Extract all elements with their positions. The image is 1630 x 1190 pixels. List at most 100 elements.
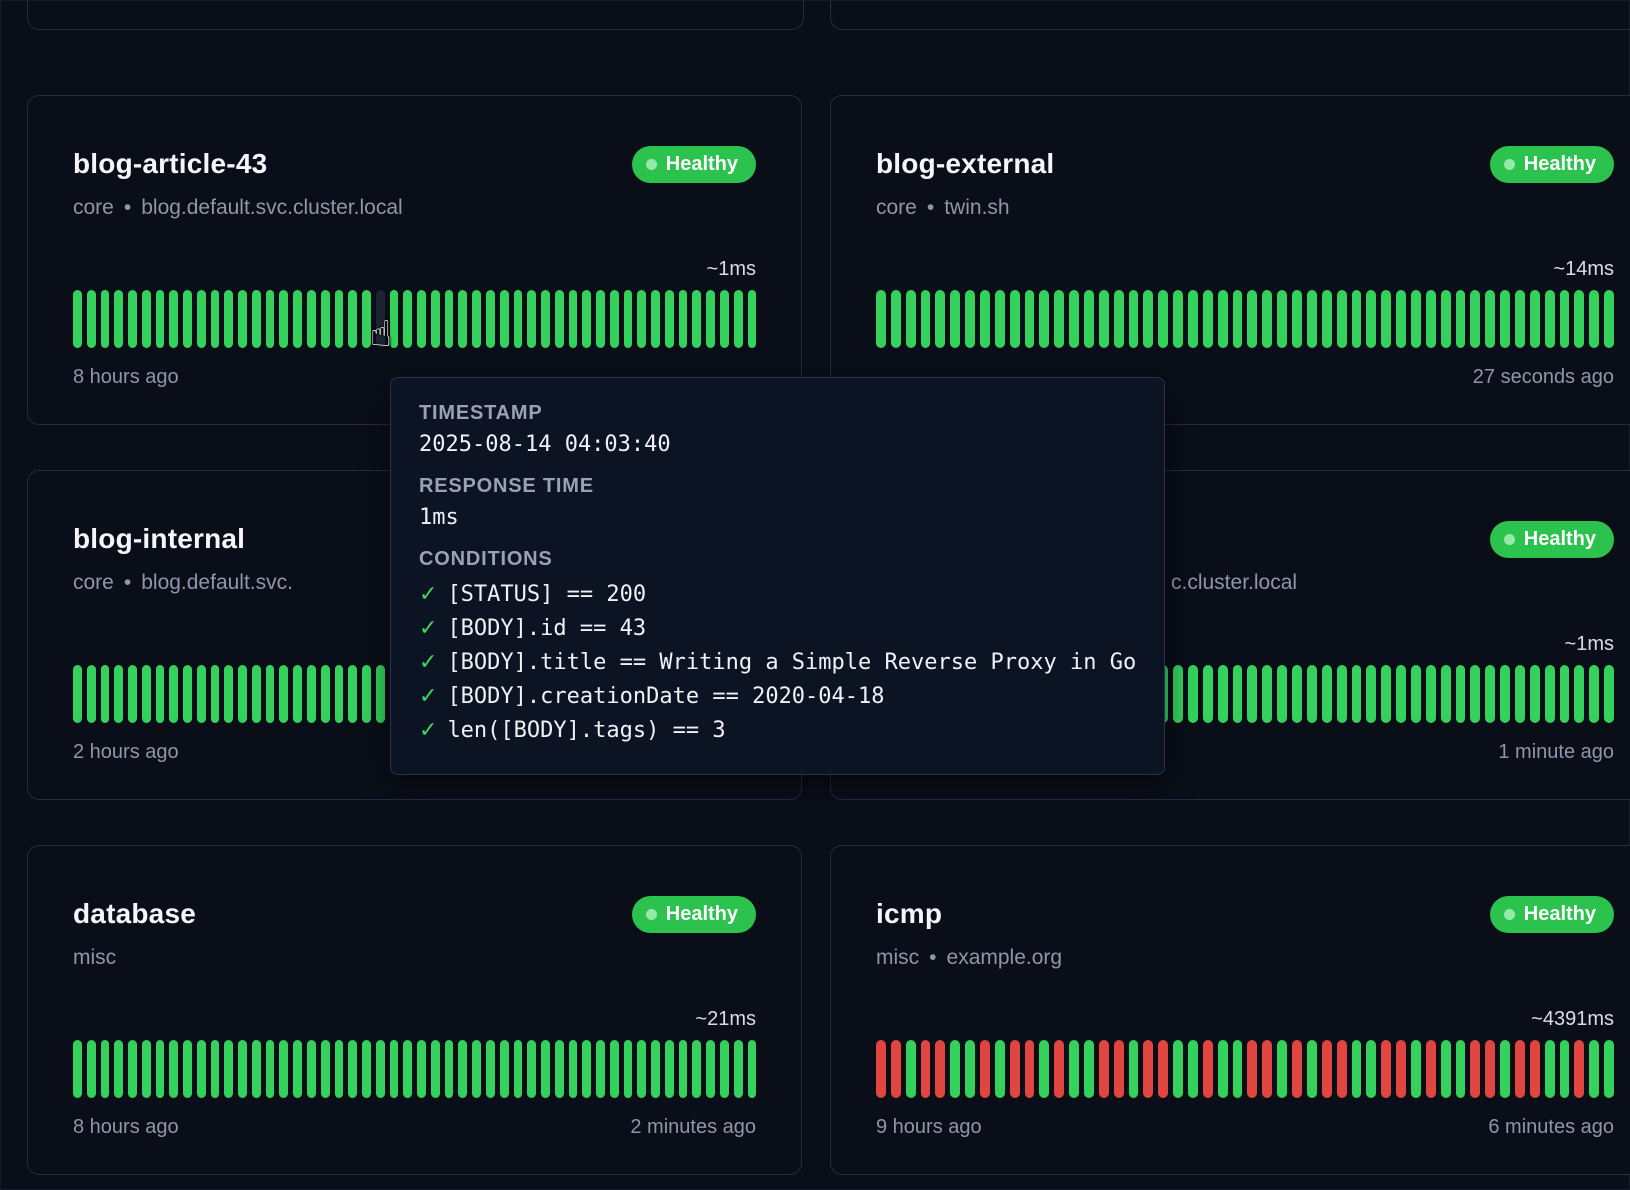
status-bar[interactable] bbox=[101, 1040, 110, 1098]
status-bar[interactable] bbox=[679, 1040, 688, 1098]
status-bar[interactable] bbox=[935, 1040, 945, 1098]
status-bar[interactable] bbox=[348, 1040, 357, 1098]
status-bar[interactable] bbox=[142, 1040, 151, 1098]
status-bar[interactable] bbox=[183, 290, 192, 348]
status-bar[interactable] bbox=[1277, 665, 1287, 723]
status-bar[interactable] bbox=[876, 290, 886, 348]
status-bar[interactable] bbox=[403, 290, 412, 348]
status-bar[interactable] bbox=[321, 290, 330, 348]
status-bar[interactable] bbox=[362, 290, 371, 348]
status-bar[interactable] bbox=[610, 290, 619, 348]
status-bar[interactable] bbox=[1574, 290, 1584, 348]
status-bar[interactable] bbox=[1039, 1040, 1049, 1098]
status-bar[interactable] bbox=[348, 665, 357, 723]
status-bar[interactable] bbox=[514, 1040, 523, 1098]
status-bar[interactable] bbox=[1084, 290, 1094, 348]
status-bar[interactable] bbox=[101, 290, 110, 348]
status-bar[interactable] bbox=[1381, 665, 1391, 723]
status-bar[interactable] bbox=[980, 1040, 990, 1098]
status-bar[interactable] bbox=[1441, 1040, 1451, 1098]
endpoint-card-blog-external[interactable]: blog-external Healthy core•twin.sh ~14ms… bbox=[830, 95, 1630, 425]
status-bar[interactable] bbox=[1604, 290, 1614, 348]
status-bar[interactable] bbox=[1069, 290, 1079, 348]
status-bar[interactable] bbox=[1470, 665, 1480, 723]
status-bar[interactable] bbox=[1441, 665, 1451, 723]
status-bar[interactable] bbox=[1173, 665, 1183, 723]
status-bar[interactable] bbox=[980, 290, 990, 348]
status-bar[interactable] bbox=[706, 1040, 715, 1098]
status-bar[interactable] bbox=[1292, 1040, 1302, 1098]
endpoint-card-partial[interactable] bbox=[27, 0, 804, 30]
status-bar[interactable] bbox=[87, 1040, 96, 1098]
status-bar[interactable] bbox=[307, 665, 316, 723]
status-bar[interactable] bbox=[514, 290, 523, 348]
status-bar[interactable] bbox=[266, 1040, 275, 1098]
status-bar[interactable] bbox=[1247, 1040, 1257, 1098]
status-bar[interactable] bbox=[665, 1040, 674, 1098]
status-bar[interactable] bbox=[1188, 665, 1198, 723]
status-bar[interactable] bbox=[1173, 290, 1183, 348]
status-bar[interactable] bbox=[128, 290, 137, 348]
status-bar[interactable] bbox=[238, 1040, 247, 1098]
status-bar[interactable] bbox=[1560, 665, 1570, 723]
status-bar[interactable] bbox=[1352, 665, 1362, 723]
status-bar[interactable] bbox=[87, 290, 96, 348]
status-bar[interactable] bbox=[1574, 665, 1584, 723]
status-bar[interactable] bbox=[376, 290, 385, 348]
status-bar[interactable] bbox=[445, 290, 454, 348]
status-bar[interactable] bbox=[87, 665, 96, 723]
status-bar[interactable] bbox=[1560, 290, 1570, 348]
status-bar[interactable] bbox=[651, 290, 660, 348]
status-bar[interactable] bbox=[555, 1040, 564, 1098]
status-bar[interactable] bbox=[1099, 1040, 1109, 1098]
status-bar[interactable] bbox=[921, 1040, 931, 1098]
status-bar[interactable] bbox=[1129, 1040, 1139, 1098]
status-bar[interactable] bbox=[1426, 290, 1436, 348]
status-bar[interactable] bbox=[876, 1040, 886, 1098]
status-bar[interactable] bbox=[279, 665, 288, 723]
status-bar[interactable] bbox=[734, 1040, 743, 1098]
status-bar[interactable] bbox=[1233, 1040, 1243, 1098]
status-bar[interactable] bbox=[1158, 290, 1168, 348]
status-bar[interactable] bbox=[128, 665, 137, 723]
status-bar[interactable] bbox=[1441, 290, 1451, 348]
status-bar[interactable] bbox=[1456, 1040, 1466, 1098]
status-bar[interactable] bbox=[1500, 665, 1510, 723]
status-bar[interactable] bbox=[1545, 665, 1555, 723]
status-bar[interactable] bbox=[1143, 1040, 1153, 1098]
status-bar[interactable] bbox=[1292, 665, 1302, 723]
status-bar[interactable] bbox=[1010, 290, 1020, 348]
status-bar[interactable] bbox=[921, 290, 931, 348]
status-bar[interactable] bbox=[73, 290, 82, 348]
status-bar[interactable] bbox=[1411, 665, 1421, 723]
status-bar[interactable] bbox=[1352, 290, 1362, 348]
status-bar[interactable] bbox=[1485, 290, 1495, 348]
status-bar[interactable] bbox=[156, 665, 165, 723]
status-bar[interactable] bbox=[211, 665, 220, 723]
status-bar[interactable] bbox=[500, 1040, 509, 1098]
status-bar[interactable] bbox=[596, 1040, 605, 1098]
status-bar[interactable] bbox=[169, 665, 178, 723]
status-bar[interactable] bbox=[541, 290, 550, 348]
status-bar[interactable] bbox=[142, 665, 151, 723]
status-bar[interactable] bbox=[706, 290, 715, 348]
status-bar[interactable] bbox=[906, 1040, 916, 1098]
status-bar[interactable] bbox=[950, 1040, 960, 1098]
status-bar[interactable] bbox=[1485, 1040, 1495, 1098]
status-bar[interactable] bbox=[169, 290, 178, 348]
status-bar[interactable] bbox=[1500, 1040, 1510, 1098]
status-bar[interactable] bbox=[211, 290, 220, 348]
status-bar[interactable] bbox=[445, 1040, 454, 1098]
status-bar[interactable] bbox=[541, 1040, 550, 1098]
status-bar[interactable] bbox=[624, 1040, 633, 1098]
status-bar[interactable] bbox=[965, 290, 975, 348]
status-bar[interactable] bbox=[266, 290, 275, 348]
status-bar[interactable] bbox=[1277, 290, 1287, 348]
status-bar[interactable] bbox=[376, 665, 385, 723]
status-bar[interactable] bbox=[950, 290, 960, 348]
status-bar[interactable] bbox=[279, 290, 288, 348]
status-bar[interactable] bbox=[1025, 1040, 1035, 1098]
status-bar[interactable] bbox=[197, 665, 206, 723]
status-bar[interactable] bbox=[1218, 1040, 1228, 1098]
status-bar[interactable] bbox=[1307, 290, 1317, 348]
